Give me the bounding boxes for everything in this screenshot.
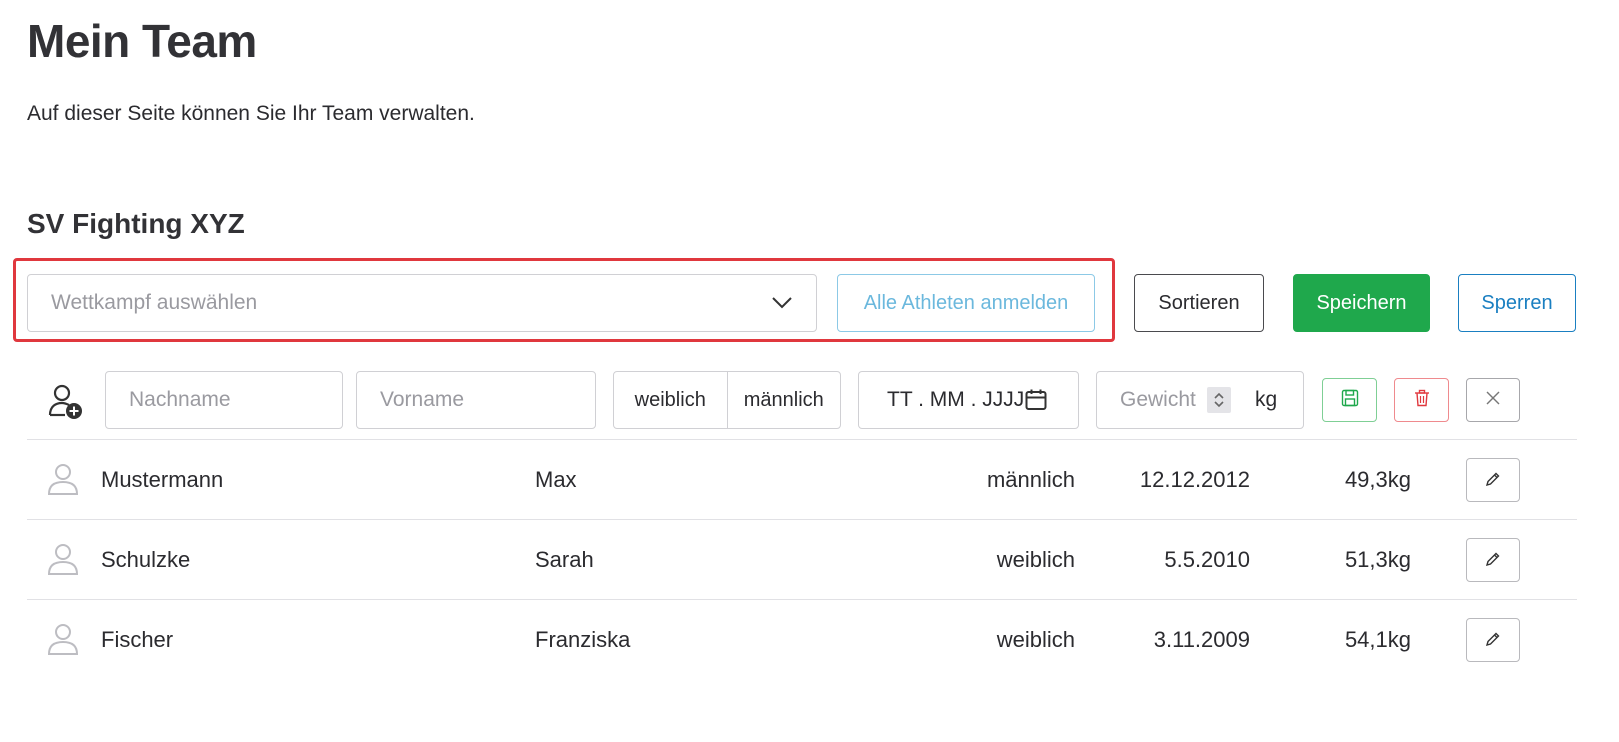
athlete-gender: weiblich	[996, 547, 1075, 572]
athlete-weight: 49,3kg	[1344, 467, 1411, 492]
gender-toggle-group: weiblich männlich	[613, 371, 841, 429]
athlete-last-name: Mustermann	[101, 467, 224, 492]
pencil-icon	[1485, 627, 1501, 653]
first-name-input[interactable]: Vorname	[356, 371, 596, 429]
athlete-first-name: Sarah	[535, 547, 594, 572]
athlete-last-name: Fischer	[101, 627, 174, 652]
athlete-last-name: Schulzke	[101, 547, 191, 572]
gender-option-female[interactable]: weiblich	[614, 372, 727, 428]
athlete-row: Fischer Franziska weiblich 3.11.2009 54,…	[27, 600, 1577, 680]
weight-input[interactable]: Gewicht kg	[1096, 371, 1304, 429]
page-description: Auf dieser Seite können Sie Ihr Team ver…	[27, 102, 475, 125]
weight-unit-label: kg	[1255, 388, 1278, 411]
close-icon	[1485, 390, 1501, 411]
athlete-birthdate: 12.12.2012	[1139, 467, 1250, 492]
athlete-first-name: Max	[535, 467, 577, 492]
athlete-birthdate: 5.5.2010	[1164, 547, 1250, 572]
user-avatar-icon	[47, 542, 79, 576]
page-title: Mein Team	[27, 15, 257, 67]
cancel-athlete-button[interactable]	[1466, 378, 1520, 422]
chevron-down-icon	[771, 292, 793, 314]
athlete-first-name: Franziska	[535, 627, 631, 652]
delete-athlete-button[interactable]	[1394, 378, 1449, 422]
weight-placeholder: Gewicht	[1120, 388, 1196, 411]
floppy-disk-icon	[1341, 389, 1359, 412]
competition-select[interactable]: Wettkampf auswählen	[27, 274, 817, 332]
edit-athlete-button[interactable]	[1466, 538, 1520, 582]
trash-icon	[1413, 389, 1431, 412]
athlete-row: Mustermann Max männlich 12.12.2012 49,3k…	[27, 440, 1577, 520]
add-user-icon[interactable]	[45, 382, 85, 422]
calendar-icon[interactable]	[1024, 388, 1048, 412]
birthdate-input[interactable]: TT . MM . JJJJ	[858, 371, 1079, 429]
birthdate-placeholder: TT . MM . JJJJ	[887, 388, 1025, 411]
first-name-placeholder: Vorname	[380, 388, 465, 411]
sort-button[interactable]: Sortieren	[1134, 274, 1264, 332]
athlete-weight: 51,3kg	[1344, 547, 1411, 572]
athlete-gender: männlich	[986, 467, 1075, 492]
user-avatar-icon	[47, 622, 79, 656]
gender-option-male[interactable]: männlich	[726, 372, 841, 428]
lock-button[interactable]: Sperren	[1458, 274, 1576, 332]
save-button[interactable]: Speichern	[1293, 274, 1430, 332]
user-avatar-icon	[47, 462, 79, 496]
pencil-icon	[1485, 547, 1501, 573]
last-name-placeholder: Nachname	[129, 388, 231, 411]
athlete-weight: 54,1kg	[1344, 627, 1411, 652]
team-name: SV Fighting XYZ	[27, 208, 245, 239]
pencil-icon	[1485, 467, 1501, 493]
new-athlete-row: Nachname Vorname weiblich männlich TT . …	[27, 370, 1577, 440]
athlete-row: Schulzke Sarah weiblich 5.5.2010 51,3kg	[27, 520, 1577, 600]
save-athlete-button[interactable]	[1322, 378, 1377, 422]
athlete-birthdate: 3.11.2009	[1153, 627, 1250, 652]
athlete-gender: weiblich	[996, 627, 1075, 652]
edit-athlete-button[interactable]	[1466, 458, 1520, 502]
competition-select-placeholder: Wettkampf auswählen	[51, 291, 258, 314]
spinner-icon[interactable]	[1207, 387, 1231, 413]
edit-athlete-button[interactable]	[1466, 618, 1520, 662]
last-name-input[interactable]: Nachname	[105, 371, 343, 429]
register-all-athletes-button[interactable]: Alle Athleten anmelden	[837, 274, 1095, 332]
